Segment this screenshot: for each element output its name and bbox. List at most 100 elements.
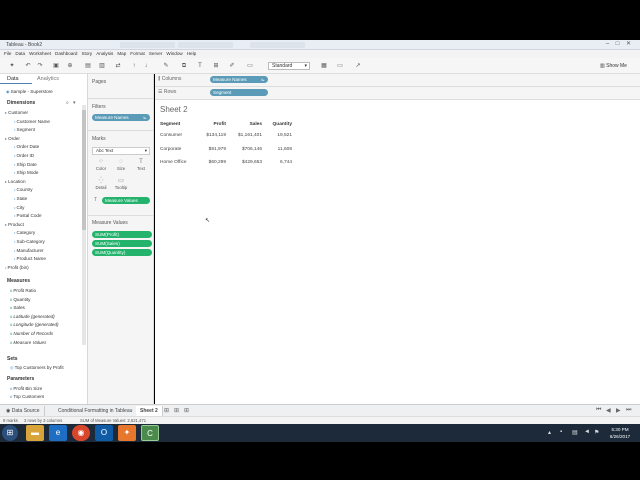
- dimension-item[interactable]: • Postal Code: [0, 212, 82, 221]
- dimension-item[interactable]: ▸ Order: [0, 135, 82, 144]
- swap-icon[interactable]: ⇄: [114, 62, 122, 70]
- measure-item[interactable]: # Latitude (generated): [0, 313, 82, 322]
- dimension-item[interactable]: • Order ID: [0, 152, 82, 161]
- format-icon[interactable]: ✐: [228, 62, 236, 70]
- measure-item[interactable]: # Number of Records: [0, 330, 82, 339]
- highlight-icon[interactable]: ✎: [162, 62, 170, 70]
- show-me-button[interactable]: ▥ Show Me: [600, 62, 634, 70]
- menu-item-map[interactable]: Map: [117, 50, 126, 58]
- measure-item[interactable]: # Longitude (generated): [0, 321, 82, 330]
- measure-item[interactable]: # Measure Values: [0, 339, 82, 348]
- mv-pill-sales[interactable]: SUM(Sales): [92, 240, 152, 247]
- tooltip-button[interactable]: ▭ Tooltip: [112, 177, 130, 193]
- undo-icon[interactable]: ↶: [24, 62, 32, 70]
- table-cell[interactable]: $429,653: [226, 156, 262, 170]
- first-sheet-icon[interactable]: ⏮: [596, 407, 601, 414]
- chrome-icon[interactable]: ◉: [72, 425, 90, 441]
- tableau-taskbar-icon[interactable]: ✦: [118, 425, 136, 441]
- volume-icon[interactable]: ◄: [584, 429, 590, 435]
- fix-axes-icon[interactable]: ⊞: [212, 62, 220, 70]
- sort-ascending-icon[interactable]: ↑: [130, 62, 138, 70]
- chevron-down-icon[interactable]: ▾: [73, 100, 76, 106]
- dimension-item[interactable]: • Customer Name: [0, 118, 82, 127]
- tooltip-icon[interactable]: ▭: [246, 62, 254, 70]
- parameter-item[interactable]: # Top Customers: [10, 394, 44, 399]
- next-sheet-icon[interactable]: ▶: [616, 407, 621, 414]
- measure-item[interactable]: # Sales: [0, 304, 82, 313]
- tab-analytics[interactable]: Analytics: [37, 76, 59, 82]
- tab-sheet-2[interactable]: Sheet 2: [136, 406, 163, 416]
- labels-icon[interactable]: T: [196, 62, 204, 70]
- table-cell[interactable]: 6,744: [262, 156, 292, 170]
- menu-item-analysis[interactable]: Analysis: [96, 50, 113, 58]
- table-cell[interactable]: 19,521: [262, 129, 292, 143]
- outlook-icon[interactable]: O: [95, 425, 113, 441]
- size-button[interactable]: ◌ Size: [112, 158, 130, 174]
- search-icon[interactable]: ⌕: [66, 100, 69, 106]
- menu-item-dashboard[interactable]: Dashboard: [55, 50, 77, 58]
- start-button[interactable]: ⊞: [2, 425, 18, 441]
- internet-explorer-icon[interactable]: e: [49, 425, 67, 441]
- system-clock[interactable]: 5:30 PM 6/26/2017: [603, 426, 637, 440]
- network-icon[interactable]: ▤: [572, 429, 578, 436]
- table-cell[interactable]: $134,119: [196, 129, 226, 143]
- tab-sheet-conditional-formatting[interactable]: Conditional Formatting in Tableau: [54, 406, 138, 416]
- new-sheet-icon[interactable]: ▤: [84, 62, 92, 70]
- dimension-item[interactable]: • Product Name: [0, 255, 82, 264]
- tableau-logo-icon[interactable]: ✦: [8, 62, 16, 70]
- dimension-item[interactable]: • Segment: [0, 126, 82, 135]
- camtasia-icon[interactable]: C: [141, 425, 159, 441]
- redo-icon[interactable]: ↷: [36, 62, 44, 70]
- dimension-item[interactable]: • Ship Date: [0, 161, 82, 170]
- rows-pill-segment[interactable]: Segment: [210, 89, 268, 96]
- dimension-item[interactable]: • Country: [0, 186, 82, 195]
- presentation-icon[interactable]: ▭: [336, 62, 344, 70]
- mv-pill-quantity[interactable]: SUM(Quantity): [92, 249, 152, 256]
- table-cell[interactable]: $91,979: [196, 143, 226, 157]
- new-datasource-icon[interactable]: ⊕: [66, 62, 74, 70]
- last-sheet-icon[interactable]: ⏭: [626, 407, 631, 414]
- menu-item-format[interactable]: Format: [130, 50, 145, 58]
- maximize-button[interactable]: □: [613, 41, 622, 48]
- dimension-item[interactable]: • Sub-Category: [0, 238, 82, 247]
- table-cell[interactable]: Consumer: [160, 129, 196, 143]
- new-sheet-icon[interactable]: ⊞: [164, 407, 169, 414]
- share-icon[interactable]: ↗: [354, 62, 362, 70]
- marks-pill-measure-values[interactable]: Measure Values: [102, 197, 150, 204]
- dimension-item[interactable]: • State: [0, 195, 82, 204]
- table-cell[interactable]: $60,299: [196, 156, 226, 170]
- dimension-item[interactable]: • Profit (bin): [0, 264, 82, 273]
- measure-item[interactable]: # Profit Ratio: [0, 287, 82, 296]
- fit-select[interactable]: Standard ▾: [268, 62, 310, 70]
- detail-button[interactable]: ⁛ Detail: [92, 177, 110, 193]
- new-story-icon[interactable]: ⊞: [184, 407, 189, 414]
- table-cell[interactable]: Corporate: [160, 143, 196, 157]
- tab-data[interactable]: Data: [7, 76, 19, 82]
- group-icon[interactable]: ⧉: [180, 62, 188, 70]
- minimize-button[interactable]: –: [603, 41, 612, 48]
- dimension-item[interactable]: • Order Date: [0, 143, 82, 152]
- dimension-item[interactable]: • City: [0, 204, 82, 213]
- table-cell[interactable]: 11,608: [262, 143, 292, 157]
- filter-pill-measure-names[interactable]: Measure Names ⊾: [92, 114, 150, 121]
- tray-chevron-icon[interactable]: ▴: [548, 429, 551, 436]
- parameter-item[interactable]: # Profit Bin Size: [10, 386, 42, 391]
- columns-pill-measure-names[interactable]: Measure Names ⊾: [210, 76, 268, 83]
- dimension-item[interactable]: ▸ Customer: [0, 109, 82, 118]
- menu-item-story[interactable]: Story: [81, 50, 92, 58]
- mark-type-select[interactable]: Abc Text ▾: [92, 147, 150, 155]
- prev-sheet-icon[interactable]: ◀: [606, 407, 611, 414]
- close-button[interactable]: ✕: [624, 41, 633, 48]
- table-cell[interactable]: $1,161,401: [226, 129, 262, 143]
- measure-item[interactable]: # Quantity: [0, 296, 82, 305]
- mv-pill-profit[interactable]: SUM(Profit): [92, 231, 152, 238]
- dimension-item[interactable]: • Manufacturer: [0, 247, 82, 256]
- flag-icon[interactable]: ⚑: [594, 429, 599, 436]
- color-button[interactable]: ⁘ Color: [92, 158, 110, 174]
- view-cards-icon[interactable]: ▦: [320, 62, 328, 70]
- menu-item-file[interactable]: File: [4, 50, 11, 58]
- tab-data-source[interactable]: ◉ Data Source: [2, 406, 45, 416]
- menu-item-window[interactable]: Window: [166, 50, 182, 58]
- sort-descending-icon[interactable]: ↓: [142, 62, 150, 70]
- duplicate-sheet-icon[interactable]: ▥: [98, 62, 106, 70]
